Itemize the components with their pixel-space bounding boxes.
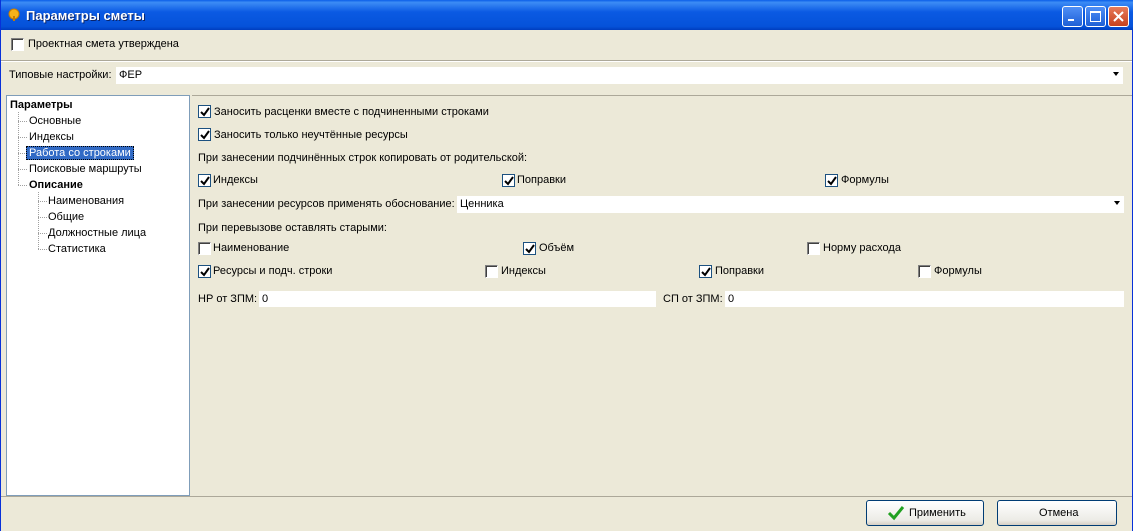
keep-formulas-label: Формулы: [934, 265, 982, 277]
copy-heading: При занесении подчинённых строк копирова…: [198, 152, 528, 164]
keep-formulas-checkbox[interactable]: [918, 265, 931, 278]
tree-item-search-routes[interactable]: Поисковые маршруты: [29, 163, 142, 175]
keep-indexes-label: Индексы: [501, 265, 546, 277]
keep-indexes-checkbox[interactable]: [485, 265, 498, 278]
title-bar[interactable]: Параметры сметы: [1, 0, 1133, 30]
tree-connector: [38, 217, 47, 218]
close-icon: [1113, 11, 1124, 22]
tree-connector: [38, 249, 47, 250]
close-button[interactable]: [1108, 6, 1129, 27]
keep-resources-label: Ресурсы и подч. строки: [213, 265, 333, 277]
cancel-button[interactable]: Отмена: [997, 500, 1117, 526]
tree-item-general[interactable]: Общие: [48, 211, 84, 223]
separator: [1, 60, 1132, 62]
checkmark-icon: [827, 176, 837, 186]
only-unaccounted-label: Заносить только неучтённые ресурсы: [214, 129, 408, 141]
justification-value: Ценника: [460, 198, 504, 210]
tree-item-rows[interactable]: Работа со строками: [26, 146, 134, 160]
params-window: Параметры сметы Проектная смета утвержде…: [0, 0, 1133, 531]
keep-name-label: Наименование: [213, 242, 290, 254]
only-unaccounted-checkbox[interactable]: [198, 128, 211, 141]
keep-heading: При перевызове оставлять старыми:: [198, 222, 387, 234]
tree-item-statistics[interactable]: Статистика: [48, 243, 106, 255]
copy-corrections-checkbox[interactable]: [502, 174, 515, 187]
tree-connector: [18, 169, 27, 170]
tree-item-main[interactable]: Основные: [29, 115, 81, 127]
sp-label: СП от ЗПМ:: [663, 293, 723, 305]
cancel-label: Отмена: [1039, 507, 1079, 519]
typical-settings-label: Типовые настройки:: [9, 69, 112, 81]
maximize-button[interactable]: [1085, 6, 1106, 27]
sp-value: 0: [728, 293, 735, 305]
keep-name-checkbox[interactable]: [198, 242, 211, 255]
tree-item-indexes[interactable]: Индексы: [29, 131, 74, 143]
approved-label: Проектная смета утверждена: [28, 38, 179, 50]
np-value: 0: [262, 293, 269, 305]
maximize-icon: [1090, 11, 1101, 22]
checkmark-icon: [200, 107, 210, 117]
tree-connector: [18, 121, 27, 122]
tree-connector: [38, 233, 47, 234]
with-children-label: Заносить расценки вместе с подчиненными …: [214, 106, 489, 118]
copy-indexes-label: Индексы: [213, 174, 258, 186]
tree-connector: [38, 201, 47, 202]
approved-checkbox[interactable]: [11, 38, 24, 51]
rows-settings-panel: Заносить расценки вместе с подчиненными …: [192, 95, 1132, 496]
checkmark-icon: [200, 130, 210, 140]
keep-corrections-checkbox[interactable]: [699, 265, 712, 278]
tree-connector: [18, 185, 27, 186]
keep-resources-checkbox[interactable]: [198, 265, 211, 278]
justification-label: При занесении ресурсов применять обоснов…: [198, 198, 455, 210]
app-logo-icon: [8, 8, 20, 21]
keep-norm-checkbox[interactable]: [807, 242, 820, 255]
check-icon: [887, 506, 905, 521]
checkmark-icon: [200, 176, 210, 186]
checkmark-icon: [525, 244, 535, 254]
typical-settings-select[interactable]: ФЕР: [116, 67, 1123, 84]
np-label: НР от ЗПМ:: [198, 293, 258, 305]
keep-volume-checkbox[interactable]: [523, 242, 536, 255]
keep-norm-label: Норму расхода: [823, 242, 901, 254]
tree-connector: [18, 112, 19, 185]
chevron-down-icon: [1113, 72, 1119, 76]
justification-select[interactable]: Ценника: [457, 196, 1124, 213]
np-input[interactable]: 0: [259, 291, 656, 307]
window-title: Параметры сметы: [26, 8, 145, 23]
tree-group-description[interactable]: Описание: [29, 179, 83, 191]
tree-item-officials[interactable]: Должностные лица: [48, 227, 146, 239]
copy-corrections-label: Поправки: [517, 174, 567, 186]
copy-formulas-checkbox[interactable]: [825, 174, 838, 187]
with-children-checkbox[interactable]: [198, 105, 211, 118]
apply-label: Применить: [909, 507, 966, 519]
chevron-down-icon: [1114, 201, 1120, 205]
tree-item-names[interactable]: Наименования: [48, 195, 124, 207]
tree-root-params[interactable]: Параметры: [10, 99, 72, 111]
minimize-button[interactable]: [1062, 6, 1083, 27]
keep-corrections-label: Поправки: [715, 265, 765, 277]
checkmark-icon: [701, 267, 711, 277]
checkmark-icon: [200, 267, 210, 277]
typical-settings-value: ФЕР: [119, 69, 143, 81]
apply-button[interactable]: Применить: [866, 500, 984, 526]
copy-formulas-label: Формулы: [841, 174, 889, 186]
tree-connector: [18, 137, 27, 138]
keep-volume-label: Объём: [539, 242, 575, 254]
sp-input[interactable]: 0: [725, 291, 1124, 307]
copy-indexes-checkbox[interactable]: [198, 174, 211, 187]
minimize-icon: [1068, 19, 1074, 21]
checkmark-icon: [504, 176, 514, 186]
settings-tree: Параметры Основные Индексы Работа со стр…: [6, 95, 190, 496]
